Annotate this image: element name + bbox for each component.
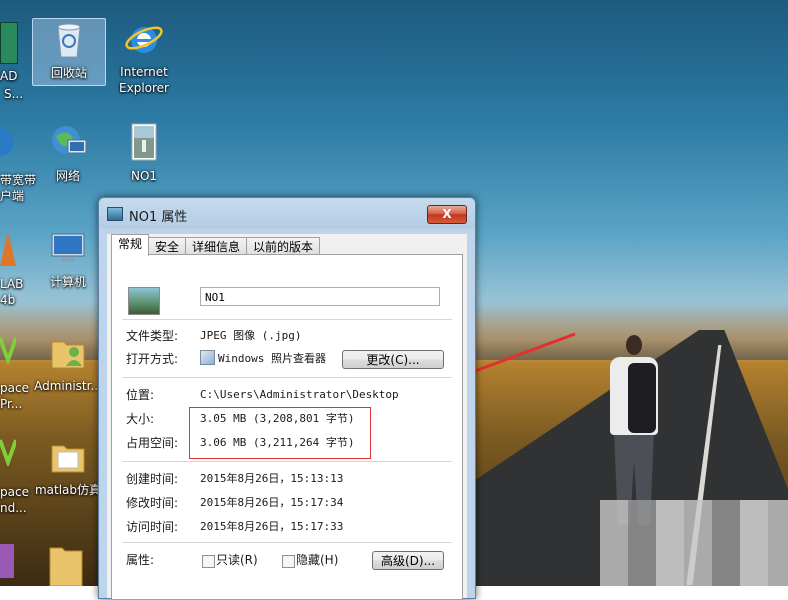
network-icon (52, 126, 87, 154)
folder-icon (51, 445, 85, 473)
blurred-watermark (600, 500, 788, 586)
partial-icon-label[interactable]: pace (0, 484, 29, 500)
partial-icon-label[interactable]: Pr... (0, 396, 22, 412)
partial-app-icon[interactable] (0, 436, 16, 466)
network[interactable]: 网络 (32, 122, 104, 184)
readonly-label[interactable]: 只读(R) (216, 551, 258, 569)
tab-general[interactable]: 常规 (111, 234, 150, 256)
file-thumbnail-icon (128, 287, 160, 315)
user-folder-icon (51, 341, 85, 369)
modified-label: 修改时间: (126, 496, 179, 510)
divider (122, 542, 452, 543)
general-panel: NO1 文件类型: JPEG 图像 (.jpg) 打开方式: Windows 照… (111, 254, 463, 600)
dialog-client: 常规 安全 详细信息 以前的版本 NO1 文件类型: JPEG 图像 (.jpg… (107, 234, 467, 600)
no1-image-file[interactable]: NO1 (108, 122, 180, 184)
partial-icon-label[interactable]: 4b (0, 292, 15, 308)
file-type-label: 文件类型: (126, 329, 179, 343)
partial-icon-label[interactable]: LAB (0, 276, 23, 292)
tab-strip: 常规 安全 详细信息 以前的版本 (111, 234, 321, 256)
accessed-value: 2015年8月26日，15:17:33 (200, 520, 344, 533)
partial-app-icon[interactable] (0, 334, 16, 364)
recycle-bin-label: 回收站 (50, 66, 87, 80)
partial-matlab-icon[interactable] (0, 228, 16, 268)
created-value: 2015年8月26日，15:13:13 (200, 472, 344, 485)
created-label: 创建时间: (126, 472, 179, 486)
computer-label: 计算机 (49, 275, 86, 289)
image-file-icon (107, 207, 123, 221)
computer[interactable]: 计算机 (32, 228, 104, 290)
recycle-bin-icon (57, 23, 81, 58)
no1-label: NO1 (130, 169, 158, 183)
partial-icon-label[interactable]: pace (0, 380, 29, 396)
hidden-checkbox[interactable] (282, 555, 295, 568)
administrator-folder[interactable]: Administr... (32, 332, 104, 394)
partial-icon-label[interactable]: AD (0, 68, 17, 84)
file-name-input[interactable]: NO1 (200, 287, 440, 306)
folder-icon[interactable] (48, 540, 84, 586)
partial-icon-label[interactable]: S... (4, 86, 23, 102)
partial-app-icon[interactable] (0, 540, 16, 580)
matlab-sim-folder[interactable]: matlab仿真 (32, 436, 104, 498)
wallpaper-person (602, 335, 666, 525)
internet-explorer-label: Internet Explorer (119, 65, 169, 95)
dialog-title: NO1 属性 (129, 210, 188, 225)
internet-explorer[interactable]: Internet Explorer (108, 18, 180, 96)
partial-broadband-icon[interactable] (0, 122, 16, 162)
photo-viewer-icon (200, 350, 215, 365)
readonly-checkbox[interactable] (202, 555, 215, 568)
computer-icon (51, 233, 85, 262)
internet-explorer-icon (125, 26, 163, 53)
hidden-label[interactable]: 隐藏(H) (296, 551, 338, 569)
administrator-label: Administr... (34, 379, 102, 393)
size-on-disk-label: 占用空间: (126, 436, 179, 450)
image-file-icon (131, 123, 157, 161)
partial-icon-label[interactable]: 户端 (0, 188, 24, 204)
properties-dialog: NO1 属性 X 常规 安全 详细信息 以前的版本 NO1 文件类型: JPEG… (98, 197, 476, 600)
partial-icon-label[interactable]: 带宽带 (0, 172, 36, 188)
recycle-bin[interactable]: 回收站 (32, 18, 106, 86)
location-value: C:\Users\Administrator\Desktop (200, 388, 399, 401)
open-with-label: 打开方式: (126, 352, 179, 366)
network-label: 网络 (55, 169, 80, 183)
dialog-titlebar[interactable]: NO1 属性 X (99, 198, 475, 228)
open-with-value: Windows 照片查看器 (218, 352, 326, 365)
size-label: 大小: (126, 412, 155, 426)
size-highlight-box (189, 407, 371, 459)
partial-icon-label[interactable]: nd... (0, 500, 27, 516)
modified-value: 2015年8月26日，15:17:34 (200, 496, 344, 509)
location-label: 位置: (126, 388, 155, 402)
close-button[interactable]: X (427, 205, 467, 224)
divider (122, 319, 452, 320)
file-type-value: JPEG 图像 (.jpg) (200, 329, 302, 342)
partial-app-icon[interactable] (0, 22, 18, 64)
advanced-button[interactable]: 高级(D)... (372, 551, 444, 570)
change-button[interactable]: 更改(C)... (342, 350, 444, 369)
attributes-label: 属性: (126, 553, 155, 567)
accessed-label: 访问时间: (126, 520, 179, 534)
divider (122, 461, 452, 462)
divider (122, 377, 452, 378)
matlab-sim-label: matlab仿真 (34, 483, 102, 497)
